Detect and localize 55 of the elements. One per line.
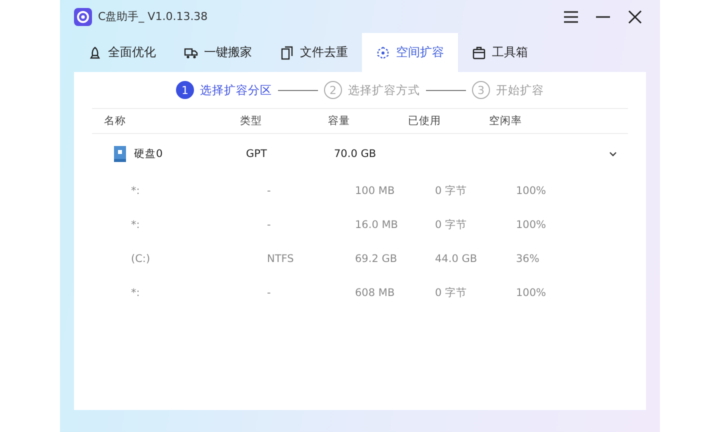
table-cell-text: 608 MB: [355, 287, 396, 299]
app-logo-icon: [74, 8, 92, 26]
column-header: 名称: [104, 114, 127, 128]
minimize-icon: [595, 16, 611, 18]
nav-tab[interactable]: 工具箱: [458, 33, 542, 72]
truck-icon: [184, 46, 198, 60]
table-cell-text: 0 字节: [435, 184, 468, 198]
rocket-icon: [88, 46, 102, 60]
table-cell-text: 44.0 GB: [435, 253, 478, 265]
table-cell-text: 16.0 MB: [355, 219, 399, 231]
step-label: 开始扩容: [496, 82, 544, 98]
table-cell-text: -: [267, 287, 272, 299]
nav-tab[interactable]: 文件去重: [266, 33, 362, 72]
table-cell-text: -: [267, 185, 272, 197]
table-cell-text: NTFS: [267, 253, 295, 265]
table-cell-text: 100%: [516, 185, 548, 197]
nav-tab[interactable]: 全面优化: [74, 33, 170, 72]
column-header: 容量: [328, 114, 351, 128]
documents-icon: [280, 46, 294, 60]
toolbox-icon: [472, 46, 486, 60]
window-title: C盘助手_ V1.0.13.38: [98, 9, 209, 24]
step-label: 选择扩容分区: [200, 82, 272, 98]
step-number: 3: [472, 81, 490, 99]
step-number: 1: [176, 81, 194, 99]
table-cell-text: 100%: [516, 287, 548, 299]
step-label: 选择扩容方式: [348, 82, 420, 98]
column-header: 已使用: [408, 114, 442, 128]
menu-icon: [563, 10, 579, 24]
table-cell-text: *:: [131, 185, 141, 197]
table-cell-text: 0 字节: [435, 286, 468, 300]
column-header: 类型: [240, 114, 263, 128]
table-cell-text: 100 MB: [355, 185, 396, 197]
table-cell-text: *:: [131, 219, 141, 231]
table-cell-text: 100%: [516, 219, 548, 231]
table-cell-text: 69.2 GB: [355, 253, 398, 265]
partition-row[interactable]: *: - 16.0 MB 0 字节 100%: [92, 208, 628, 242]
table-cell-text: -: [267, 219, 272, 231]
table-cell-text: (C:): [131, 253, 152, 265]
partition-row[interactable]: (C:) NTFS 69.2 GB 44.0 GB 36%: [92, 242, 628, 276]
caret-icon[interactable]: [608, 149, 618, 159]
step-number: 2: [324, 81, 342, 99]
disk-row[interactable]: 硬盘0 GPT 70.0 GB: [92, 134, 628, 174]
table-cell-text: *:: [131, 287, 141, 299]
table-cell-text: GPT: [246, 148, 268, 160]
close-icon: [628, 10, 642, 24]
table-cell-text: 0 字节: [435, 218, 468, 232]
partition-row[interactable]: *: - 608 MB 0 字节 100%: [92, 276, 628, 310]
table-cell-text: 36%: [516, 253, 540, 265]
partition-row[interactable]: *: - 100 MB 0 字节 100%: [92, 174, 628, 208]
cube-icon: [376, 46, 390, 60]
nav-tab[interactable]: 空间扩容: [362, 33, 458, 72]
column-header: 空闲率: [489, 114, 523, 128]
table-cell-text: 70.0 GB: [334, 148, 378, 160]
disk-name: 硬盘0: [134, 147, 163, 161]
nav-tab[interactable]: 一键搬家: [170, 33, 266, 72]
